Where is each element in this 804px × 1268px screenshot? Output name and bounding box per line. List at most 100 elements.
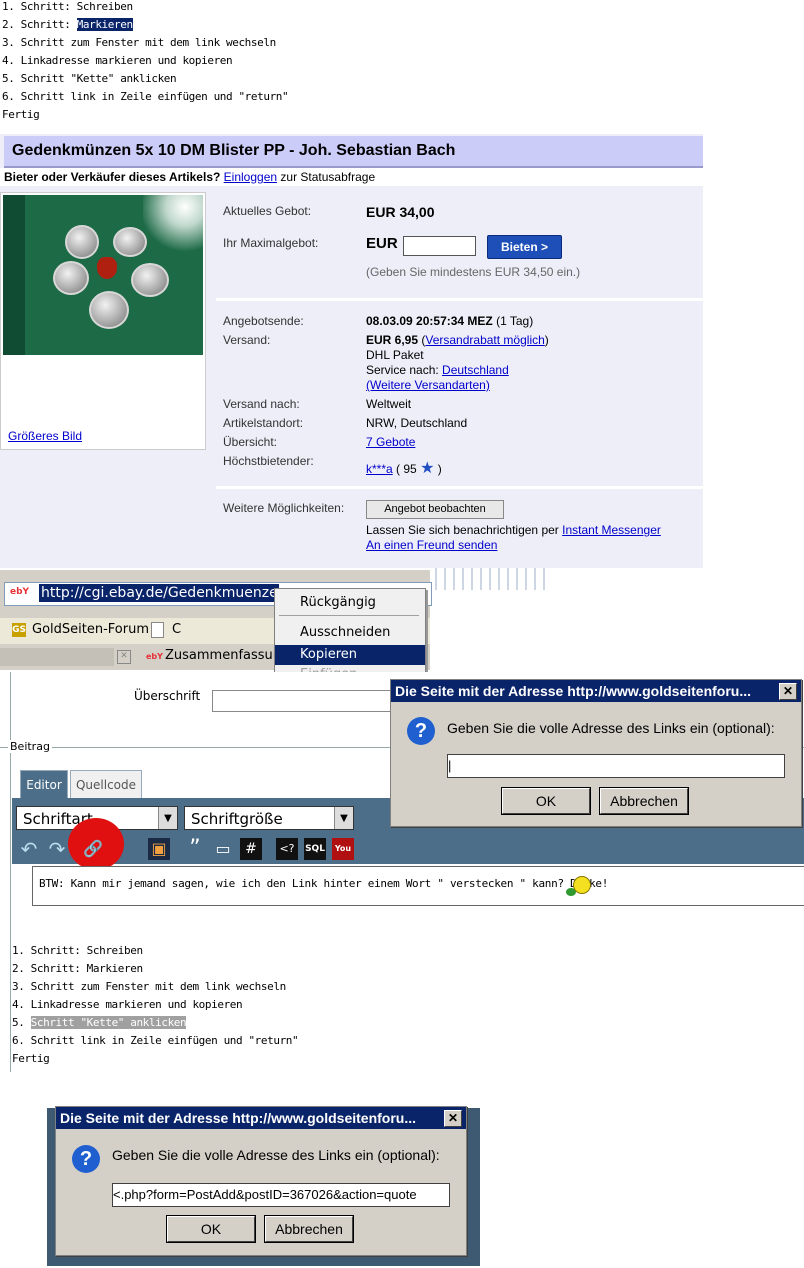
instructions-bottom: 1. Schritt: Schreiben 2. Schritt: Markie… — [12, 942, 299, 1068]
tab-source[interactable]: Quellcode — [70, 770, 142, 799]
ok-button[interactable]: OK — [501, 787, 591, 815]
ok-button[interactable]: OK — [166, 1215, 256, 1243]
status-bar: Bieter oder Verkäufer dieses Artikels? E… — [0, 168, 703, 186]
coin-image — [131, 263, 169, 297]
menu-separator — [279, 615, 419, 616]
php-icon[interactable]: <? — [276, 838, 298, 860]
redo-icon[interactable]: ↷ — [46, 838, 68, 860]
shipping-value: EUR 6,95 (Versandrabatt möglich) — [366, 333, 549, 347]
country-link[interactable]: Deutschland — [442, 363, 509, 377]
dialog-message: Geben Sie die volle Adresse des Links ei… — [112, 1147, 440, 1163]
step-1: 1. Schritt: Schreiben — [2, 0, 133, 13]
watch-button[interactable]: Angebot beobachten — [366, 500, 504, 519]
listing-title-bar: Gedenkmünzen 5x 10 DM Blister PP - Joh. … — [4, 136, 703, 168]
question-icon: ? — [407, 717, 435, 745]
max-bid-input[interactable] — [403, 236, 476, 256]
undo-icon[interactable]: ↶ — [18, 838, 40, 860]
heading-label: Überschrift — [134, 689, 201, 703]
overview-value: 7 Gebote — [366, 435, 415, 449]
status-prompt: Bieter oder Verkäufer dieses Artikels? — [4, 170, 221, 184]
divider — [216, 486, 703, 489]
tab-zusammenfassung[interactable]: Zusammenfassun — [165, 648, 281, 663]
bids-link[interactable]: 7 Gebote — [366, 435, 415, 449]
tab-editor[interactable]: Editor — [20, 770, 68, 799]
youtube-icon[interactable]: You — [332, 838, 354, 860]
cancel-button[interactable]: Abbrechen — [264, 1215, 354, 1243]
size-select[interactable]: Schriftgröße ▼ — [184, 806, 354, 830]
status-suffix: zur Statusabfrage — [280, 170, 376, 184]
divider — [216, 298, 703, 301]
coin-image — [65, 225, 99, 259]
bookmark-goldseiten[interactable]: GoldSeiten-Forum — [32, 622, 149, 637]
currency-label: EUR — [366, 235, 398, 252]
dialog-message: Geben Sie die volle Adresse des Links ei… — [447, 720, 775, 736]
eagle-emblem — [97, 257, 117, 279]
link-icon[interactable]: 🔗 — [82, 838, 104, 860]
bid-hint: (Geben Sie mindestens EUR 34,50 ein.) — [366, 265, 581, 279]
step-3: 3. Schritt zum Fenster mit dem link wech… — [12, 980, 286, 993]
context-menu: Rückgängig Ausschneiden Kopieren Einfüge… — [274, 588, 426, 674]
service-to: Service nach: Deutschland — [366, 363, 509, 377]
photo-binder-edge — [3, 195, 25, 355]
heading-input[interactable] — [212, 690, 414, 712]
tab-blurred[interactable] — [0, 648, 114, 666]
photo-glare — [143, 195, 203, 255]
speech-bubble-icon[interactable]: ▭ — [212, 838, 234, 860]
selected-word: Markieren — [76, 18, 133, 31]
listing-title: Gedenkmünzen 5x 10 DM Blister PP - Joh. … — [12, 142, 456, 159]
chevron-down-icon: ▼ — [158, 807, 177, 829]
selected-url[interactable]: http://cgi.ebay.de/Gedenkmuenzen-5x — [39, 584, 279, 602]
photo-box: Größeres Bild — [0, 192, 206, 450]
high-bidder-link[interactable]: k***a — [366, 462, 393, 476]
bigger-image-link[interactable]: Größeres Bild — [8, 429, 82, 443]
smiley-icon — [573, 876, 591, 894]
image-artifact — [432, 568, 552, 590]
cancel-button[interactable]: Abbrechen — [599, 787, 689, 815]
link-url-input[interactable]: | — [447, 754, 785, 778]
ships-to-value: Weltweit — [366, 397, 412, 411]
menu-cut[interactable]: Ausschneiden — [275, 623, 425, 643]
coin-image — [53, 261, 89, 295]
coin-photo[interactable] — [3, 195, 203, 355]
ships-to-label: Versand nach: — [223, 397, 300, 411]
close-icon[interactable]: ✕ — [779, 683, 797, 700]
bid-button[interactable]: Bieten > — [487, 235, 562, 259]
goldseiten-icon: GS — [12, 623, 26, 637]
menu-copy[interactable]: Kopieren — [275, 645, 425, 665]
chevron-down-icon: ▼ — [334, 807, 353, 829]
link-dialog-filled: Die Seite mit der Adresse http://www.gol… — [55, 1106, 467, 1256]
step-5: 5. Schritt "Kette" anklicken — [12, 1016, 187, 1029]
step-done: Fertig — [2, 108, 40, 121]
link-url-input[interactable]: <.php?form=PostAdd&postID=367026&action=… — [112, 1183, 450, 1207]
step-6: 6. Schritt link in Zeile einfügen und "r… — [12, 1034, 299, 1047]
image-icon[interactable]: ▣ — [148, 838, 170, 860]
step-4: 4. Linkadresse markieren und kopieren — [12, 998, 243, 1011]
close-icon[interactable]: ✕ — [444, 1110, 462, 1127]
options-label: Weitere Möglichkeiten: — [223, 501, 345, 515]
more-shipping: (Weitere Versandarten) — [366, 378, 490, 392]
end-label: Angebotsende: — [223, 314, 304, 328]
page-icon — [151, 622, 164, 638]
editor-textarea[interactable]: BTW: Kann mir jemand sagen, wie ich den … — [32, 866, 804, 906]
step-2: 2. Schritt: Markieren — [2, 18, 133, 31]
login-link[interactable]: Einloggen — [224, 170, 277, 184]
send-friend-link[interactable]: An einen Freund senden — [366, 538, 497, 552]
step-done: Fertig — [12, 1052, 50, 1065]
dialog-titlebar: Die Seite mit der Adresse http://www.gol… — [56, 1107, 466, 1129]
editor-text: BTW: Kann mir jemand sagen, wie ich den … — [39, 877, 609, 890]
close-tab-icon[interactable]: ✕ — [117, 650, 131, 664]
max-bid-label: Ihr Maximalgebot: — [223, 236, 319, 250]
ebay-favicon: ebY — [10, 587, 30, 597]
quote-icon[interactable]: ” — [184, 838, 206, 860]
bookmark-2[interactable]: C — [172, 622, 181, 637]
menu-undo[interactable]: Rückgängig — [275, 593, 425, 613]
step-1: 1. Schritt: Schreiben — [12, 944, 143, 957]
ebay-listing: Gedenkmünzen 5x 10 DM Blister PP - Joh. … — [0, 134, 703, 568]
shipping-discount-link[interactable]: Versandrabatt möglich — [425, 333, 544, 347]
instant-messenger-link[interactable]: Instant Messenger — [562, 523, 661, 537]
beitrag-legend: Beitrag — [8, 740, 52, 753]
sql-icon[interactable]: SQL — [304, 838, 326, 860]
selected-text: Schritt "Kette" anklicken — [30, 1016, 187, 1029]
more-shipping-link[interactable]: (Weitere Versandarten) — [366, 378, 490, 392]
hash-icon[interactable]: # — [240, 838, 262, 860]
